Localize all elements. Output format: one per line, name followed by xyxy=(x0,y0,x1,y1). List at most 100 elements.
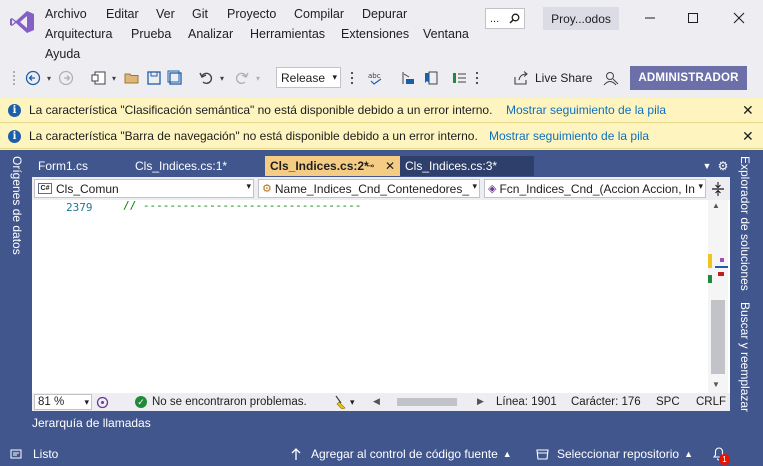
check-icon: ✓ xyxy=(135,396,147,408)
search-box[interactable]: ... xyxy=(485,8,525,29)
infobar-close-button[interactable]: ✕ xyxy=(742,102,754,119)
save-button[interactable] xyxy=(144,68,164,88)
save-all-button[interactable] xyxy=(165,68,185,88)
type-dropdown[interactable]: ⚙ Name_Indices_Cnd_Contenedores_ ▾ xyxy=(258,179,480,198)
undo-button[interactable] xyxy=(196,68,216,88)
csharp-project-icon: C# xyxy=(38,183,52,194)
configuration-select[interactable]: Release ▾ xyxy=(276,67,341,88)
intellicode-button[interactable] xyxy=(95,395,109,409)
menu-extensiones[interactable]: Extensiones xyxy=(341,27,409,41)
menu-ventana[interactable]: Ventana xyxy=(423,27,469,41)
navigate-back-button[interactable] xyxy=(22,68,44,88)
member-dropdown[interactable]: ◈ Fcn_Indices_Cnd_(Accion Accion, In ▾ xyxy=(484,179,706,198)
split-window-button[interactable] xyxy=(710,180,726,198)
zoom-select[interactable]: 81 % ▾ xyxy=(34,394,92,410)
feedback-button[interactable] xyxy=(601,68,621,88)
forward-arrow-icon xyxy=(58,70,74,86)
scroll-marker-change xyxy=(708,254,712,268)
scroll-down-arrow[interactable]: ▼ xyxy=(712,380,720,389)
open-folder-icon xyxy=(124,73,139,84)
chevron-down-icon: ▾ xyxy=(698,181,703,191)
bookmark-window-icon xyxy=(425,71,438,85)
menu-compilar[interactable]: Compilar xyxy=(294,7,344,21)
spacing-indicator[interactable]: SPC xyxy=(656,396,680,408)
pin-tab-icon[interactable]: ⊸ xyxy=(366,161,374,172)
menu-proyecto[interactable]: Proyecto xyxy=(227,7,276,21)
tab-form1[interactable]: Form1.cs xyxy=(33,156,129,176)
project-dropdown[interactable]: C# Cls_Comun ▾ xyxy=(34,179,254,198)
open-file-button[interactable] xyxy=(122,68,142,88)
vertical-scroll-thumb[interactable] xyxy=(711,300,725,374)
menu-depurar[interactable]: Depurar xyxy=(362,7,407,21)
hscroll-left-arrow[interactable]: ◀ xyxy=(373,396,380,407)
close-icon xyxy=(733,12,745,24)
new-project-icon xyxy=(91,71,106,85)
toolbar-more-button[interactable] xyxy=(346,68,358,88)
tab-list-dropdown[interactable]: ▼ xyxy=(700,156,714,176)
toolbar-grip[interactable] xyxy=(11,68,17,88)
tab-list-icon: ▼ xyxy=(702,161,712,171)
show-stack-trace-link[interactable]: Mostrar seguimiento de la pila xyxy=(489,129,649,143)
add-to-source-control-button[interactable]: Agregar al control de código fuente ▲ xyxy=(290,447,512,461)
live-share-button[interactable]: Live Share xyxy=(514,70,592,86)
tab-label: Form1.cs xyxy=(38,159,89,173)
menu-analizar[interactable]: Analizar xyxy=(188,27,233,41)
line-indicator[interactable]: Línea: 1901 xyxy=(496,396,557,408)
maximize-button[interactable] xyxy=(683,8,703,28)
close-window-button[interactable] xyxy=(729,8,749,28)
back-dropdown[interactable]: ▾ xyxy=(44,68,54,88)
menu-archivo[interactable]: Archivo xyxy=(45,7,87,21)
horizontal-scroll-thumb[interactable] xyxy=(397,398,457,406)
toolbar-customize-button[interactable] xyxy=(472,68,482,88)
hscroll-right-arrow[interactable]: ▶ xyxy=(477,396,484,407)
step-into-button[interactable] xyxy=(398,68,418,88)
split-icon xyxy=(712,182,724,196)
close-tab-icon[interactable]: ✕ xyxy=(385,159,395,173)
minimize-button[interactable] xyxy=(640,8,660,28)
select-repository-button[interactable]: Seleccionar repositorio ▲ xyxy=(536,447,693,461)
chevron-down-icon: ▾ xyxy=(350,396,355,407)
new-project-button[interactable] xyxy=(89,68,109,88)
visual-studio-logo-icon xyxy=(10,11,34,33)
show-stack-trace-link[interactable]: Mostrar seguimiento de la pila xyxy=(506,103,666,117)
new-project-dropdown[interactable]: ▾ xyxy=(109,68,119,88)
infobar-close-button[interactable]: ✕ xyxy=(742,128,754,145)
menu-ayuda[interactable]: Ayuda xyxy=(45,47,80,61)
gear-icon: ⚙ xyxy=(717,159,729,173)
redo-button[interactable] xyxy=(232,68,252,88)
scroll-up-arrow[interactable]: ▲ xyxy=(712,201,720,210)
bookmark-window-button[interactable] xyxy=(421,68,441,88)
menu-prueba[interactable]: Prueba xyxy=(131,27,171,41)
tab-cls-indices-1[interactable]: Cls_Indices.cs:1* xyxy=(130,156,265,176)
tab-cls-indices-2[interactable]: Cls_Indices.cs:2* ⊸ ✕ xyxy=(265,156,400,176)
code-editor[interactable] xyxy=(32,200,730,393)
navigate-forward-button[interactable] xyxy=(56,68,76,88)
line-ending-indicator[interactable]: CRLF xyxy=(696,396,726,408)
side-tab-data-sources[interactable]: Orígenes de datos xyxy=(10,156,24,255)
source-control-label: Agregar al control de código fuente xyxy=(311,447,498,461)
notifications-button[interactable]: 1 xyxy=(711,445,730,465)
menu-editar[interactable]: Editar xyxy=(106,7,139,21)
menu-ver[interactable]: Ver xyxy=(156,7,175,21)
column-indicator[interactable]: Carácter: 176 xyxy=(571,396,641,408)
tab-call-hierarchy[interactable]: Jerarquía de llamadas xyxy=(32,416,151,430)
tab-cls-indices-3[interactable]: Cls_Indices.cs:3* xyxy=(400,156,534,176)
comment-lines-button[interactable] xyxy=(450,68,470,88)
scroll-marker-breakpoint xyxy=(720,258,724,262)
project-title[interactable]: Proy...odos xyxy=(543,7,619,30)
tab-settings-button[interactable]: ⚙ xyxy=(716,156,730,176)
scroll-marker-saved xyxy=(708,275,712,283)
tab-label: Cls_Indices.cs:2* xyxy=(270,159,369,173)
problems-indicator[interactable]: ✓ No se encontraron problemas. xyxy=(135,396,307,408)
menu-git[interactable]: Git xyxy=(192,7,208,21)
undo-dropdown[interactable]: ▾ xyxy=(217,68,227,88)
code-comment-line[interactable]: // --------------------------------- xyxy=(123,199,361,212)
problems-text: No se encontraron problemas. xyxy=(152,396,307,408)
menu-arquitectura[interactable]: Arquitectura xyxy=(45,27,112,41)
code-cleanup-button[interactable]: ▾ xyxy=(333,395,355,409)
redo-dropdown[interactable]: ▾ xyxy=(253,68,263,88)
side-tab-find-replace[interactable]: Buscar y reemplazar xyxy=(738,302,752,412)
menu-herramientas[interactable]: Herramientas xyxy=(250,27,325,41)
side-tab-solution-explorer[interactable]: Explorador de soluciones xyxy=(738,156,752,291)
spell-check-button[interactable]: abc xyxy=(366,68,386,88)
